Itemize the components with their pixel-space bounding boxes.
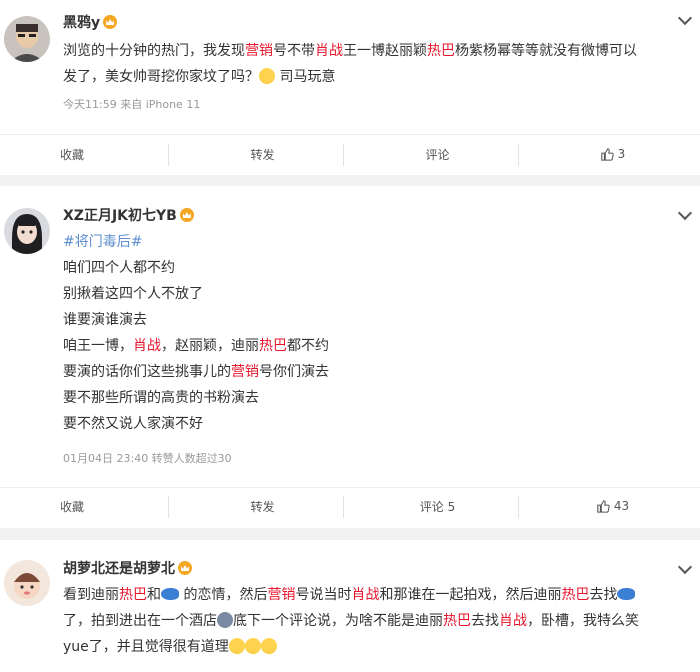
comment-card: 黑鸦y 浏览的十分钟的热门，我发现营销号不带肖战王一博赵丽颖热巴杨紫杨幂等等就没…: [0, 0, 700, 175]
like-count: 43: [613, 499, 630, 513]
chevron-down-icon[interactable]: [677, 559, 693, 575]
cry-emoji-icon: [259, 68, 275, 84]
comment-card: 胡萝北还是胡萝北 看到迪丽热巴和 的恋情，然后营销号说当时肖战和那谁在一起拍戏，…: [0, 540, 700, 672]
like-button[interactable]: 43: [525, 488, 700, 524]
ghost-emoji-icon: [217, 612, 233, 628]
fish-emoji-icon: [161, 588, 179, 600]
keyword-link[interactable]: 营销: [245, 43, 273, 59]
divider: [0, 134, 700, 135]
avatar[interactable]: [4, 208, 50, 254]
divider: [518, 496, 519, 518]
keyword-link[interactable]: 肖战: [499, 613, 527, 629]
keyword-link[interactable]: 营销: [231, 364, 259, 380]
username[interactable]: 胡萝北还是胡萝北: [63, 560, 192, 578]
username[interactable]: 黑鸦y: [63, 14, 118, 32]
repost-button[interactable]: 转发: [175, 136, 350, 172]
comment-button[interactable]: 评论 5: [350, 488, 525, 524]
like-button[interactable]: 3: [525, 136, 700, 172]
vip-badge-icon: [178, 561, 192, 575]
thumb-up-icon: [597, 500, 610, 513]
thumb-up-icon: [600, 148, 614, 161]
chevron-down-icon[interactable]: [677, 205, 693, 221]
keyword-link[interactable]: 营销: [267, 587, 295, 603]
keyword-link[interactable]: 肖战: [315, 43, 343, 59]
username[interactable]: XZ正月JK初七YB: [63, 207, 194, 225]
avatar[interactable]: [4, 560, 50, 606]
keyword-link[interactable]: 热巴: [561, 587, 589, 603]
divider: [518, 144, 519, 166]
post-meta: 今天11:59 来自 iPhone 11: [63, 98, 201, 111]
like-count: 3: [617, 147, 626, 161]
laugh-emoji-icon: [228, 638, 245, 654]
divider: [343, 144, 344, 166]
keyword-link[interactable]: 热巴: [443, 613, 471, 629]
comment-text: 看到迪丽热巴和 的恋情，然后营销号说当时肖战和那谁在一起拍戏，然后迪丽热巴去找 …: [63, 587, 639, 655]
keyword-link[interactable]: 热巴: [119, 587, 147, 603]
fish-emoji-icon: [617, 588, 636, 600]
repost-button[interactable]: 转发: [175, 488, 350, 524]
topic-link[interactable]: #将门毒后#: [63, 229, 686, 255]
chevron-down-icon[interactable]: [677, 10, 693, 26]
comment-card: XZ正月JK初七YB #将门毒后# 咱们四个人都不约 别揪着这四个人不放了 谁要…: [0, 186, 700, 528]
comment-text: #将门毒后# 咱们四个人都不约 别揪着这四个人不放了 谁要演谁演去 咱王一博，肖…: [63, 229, 686, 437]
keyword-link[interactable]: 热巴: [427, 43, 455, 59]
vip-badge-icon: [179, 208, 194, 222]
vip-badge-icon: [103, 15, 118, 29]
divider: [343, 496, 344, 518]
avatar[interactable]: [4, 16, 50, 62]
comment-button[interactable]: 评论: [350, 136, 525, 172]
action-bar: 收藏 转发 评论 5 43: [0, 488, 700, 524]
comment-text: 浏览的十分钟的热门，我发现营销号不带肖战王一博赵丽颖热巴杨紫杨幂等等就没有微博可…: [63, 43, 637, 85]
keyword-link[interactable]: 肖战: [133, 338, 161, 354]
laugh-emoji-icon: [244, 638, 261, 654]
collect-button[interactable]: 收藏: [0, 136, 175, 172]
keyword-link[interactable]: 热巴: [259, 338, 287, 354]
keyword-link[interactable]: 肖战: [351, 587, 379, 603]
divider: [168, 144, 169, 166]
collect-button[interactable]: 收藏: [0, 488, 175, 524]
comment-feed: 黑鸦y 浏览的十分钟的热门，我发现营销号不带肖战王一博赵丽颖热巴杨紫杨幂等等就没…: [0, 0, 700, 672]
post-meta: 01月04日 23:40 转赞人数超过30: [63, 452, 232, 465]
laugh-emoji-icon: [260, 638, 277, 654]
action-bar: 收藏 转发 评论 3: [0, 136, 700, 172]
divider: [168, 496, 169, 518]
